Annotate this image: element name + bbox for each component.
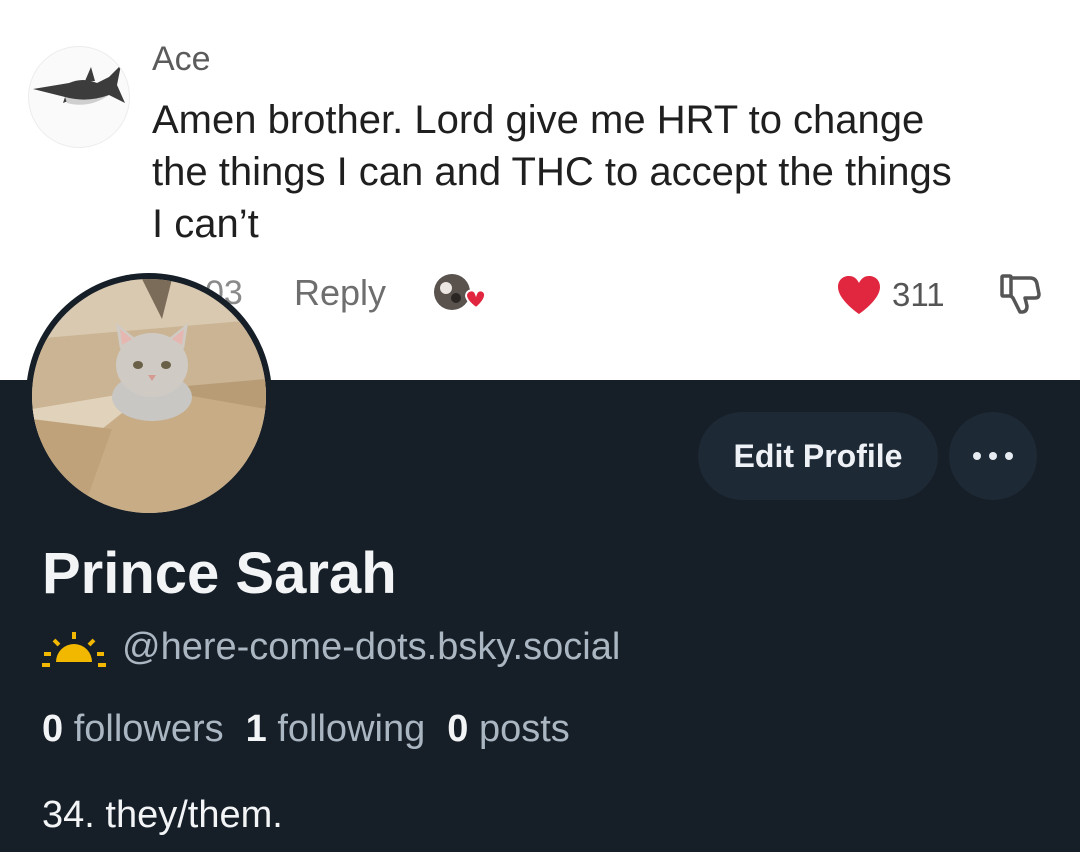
- avatar-image: [32, 279, 266, 513]
- commenter-avatar: [28, 46, 130, 148]
- profile-avatar[interactable]: [26, 273, 272, 519]
- edit-profile-button[interactable]: Edit Profile: [698, 412, 938, 500]
- reply-button[interactable]: Reply: [294, 272, 386, 314]
- profile-stats: 0 followers 1 following 0 posts: [42, 708, 570, 751]
- shark-icon: [33, 65, 125, 105]
- heart-icon[interactable]: [836, 274, 882, 316]
- ellipsis-icon: [989, 452, 997, 460]
- followers-count: 0: [42, 708, 64, 750]
- profile-bio: 34. they/them.: [42, 794, 283, 836]
- thumbs-down-icon[interactable]: [996, 270, 1044, 316]
- ellipsis-icon: [973, 452, 981, 460]
- display-name: Prince Sarah: [42, 541, 397, 606]
- creator-liked-icon: [432, 270, 487, 316]
- posts-stat: 0 posts: [447, 708, 570, 750]
- like-count: 311: [892, 276, 945, 313]
- following-count: 1: [245, 708, 267, 750]
- comment-author[interactable]: Ace: [152, 40, 211, 79]
- posts-label: posts: [478, 708, 570, 750]
- more-options-button[interactable]: [949, 412, 1037, 500]
- comment-text: Amen brother. Lord give me HRT to change…: [152, 98, 952, 246]
- following-link[interactable]: 1 following: [246, 708, 426, 750]
- ellipsis-icon: [1005, 452, 1013, 460]
- followers-link[interactable]: 0 followers: [42, 708, 224, 750]
- following-label: following: [277, 708, 426, 750]
- sunrise-icon: [42, 632, 106, 667]
- posts-count: 0: [447, 708, 469, 750]
- followers-label: followers: [73, 708, 224, 750]
- handle[interactable]: @here-come-dots.bsky.social: [122, 626, 620, 669]
